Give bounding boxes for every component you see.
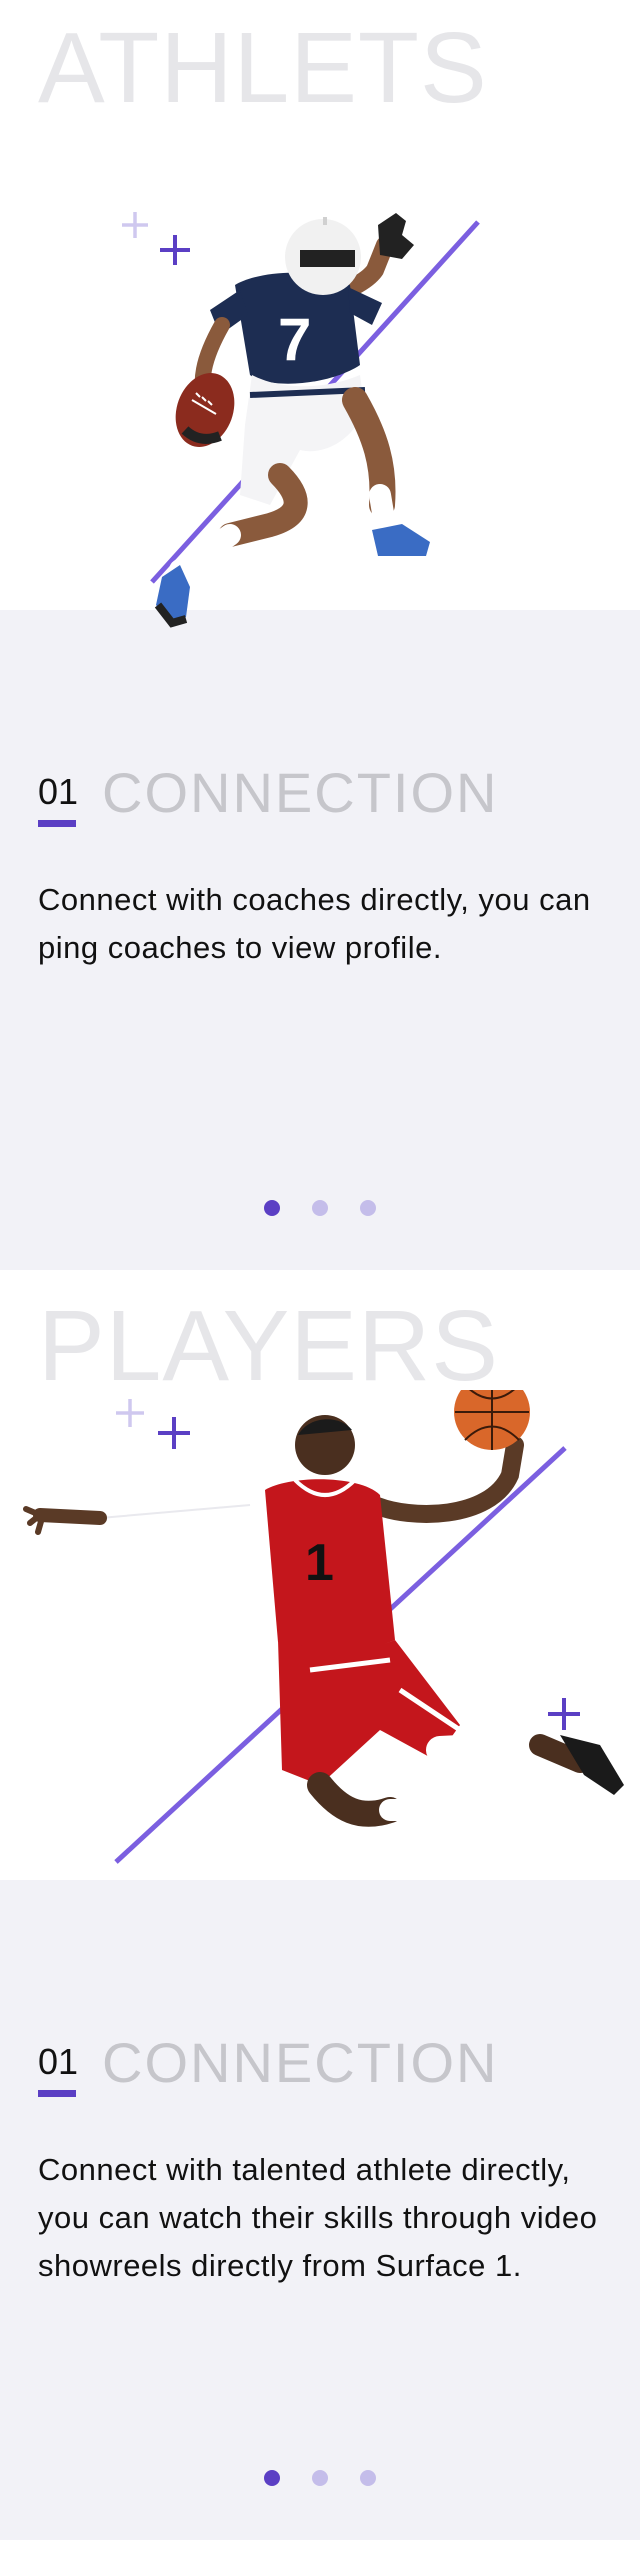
- section-title: CONNECTION: [102, 761, 499, 824]
- basketball-player-image: 1: [23, 1390, 624, 1827]
- section-description: Connect with talented athlete directly, …: [38, 2152, 598, 2283]
- section-heading: 01 CONNECTION: [38, 2035, 499, 2097]
- onboarding-screen-athletes: ATHLETS 7 01 CONNECTION Connect with coa…: [0, 0, 640, 1270]
- page-dot-1[interactable]: [264, 1200, 280, 1216]
- page-dot-2[interactable]: [312, 2470, 328, 2486]
- section-description: Connect with coaches directly, you can p…: [38, 882, 591, 965]
- section-heading: 01 CONNECTION: [38, 765, 499, 827]
- section-number-wrap: 01: [38, 2044, 78, 2097]
- pagination-dots: [0, 2470, 640, 2486]
- svg-text:1: 1: [305, 1534, 334, 1592]
- page-dot-1[interactable]: [264, 2470, 280, 2486]
- football-player-image: 7: [154, 213, 430, 628]
- section-number-wrap: 01: [38, 774, 78, 827]
- section-title: CONNECTION: [102, 2031, 499, 2094]
- svg-text:7: 7: [278, 306, 311, 373]
- onboarding-screen-players: PLAYERS 1 01 CONNECTION Connect with tal…: [0, 1270, 640, 2540]
- page-dot-3[interactable]: [360, 1200, 376, 1216]
- page-dot-2[interactable]: [312, 1200, 328, 1216]
- section-underline: [38, 2090, 76, 2097]
- page-dot-3[interactable]: [360, 2470, 376, 2486]
- pagination-dots: [0, 1200, 640, 1216]
- section-number: 01: [38, 2041, 79, 2082]
- plus-icon: [122, 212, 148, 238]
- section-number: 01: [38, 771, 79, 812]
- section-underline: [38, 820, 76, 827]
